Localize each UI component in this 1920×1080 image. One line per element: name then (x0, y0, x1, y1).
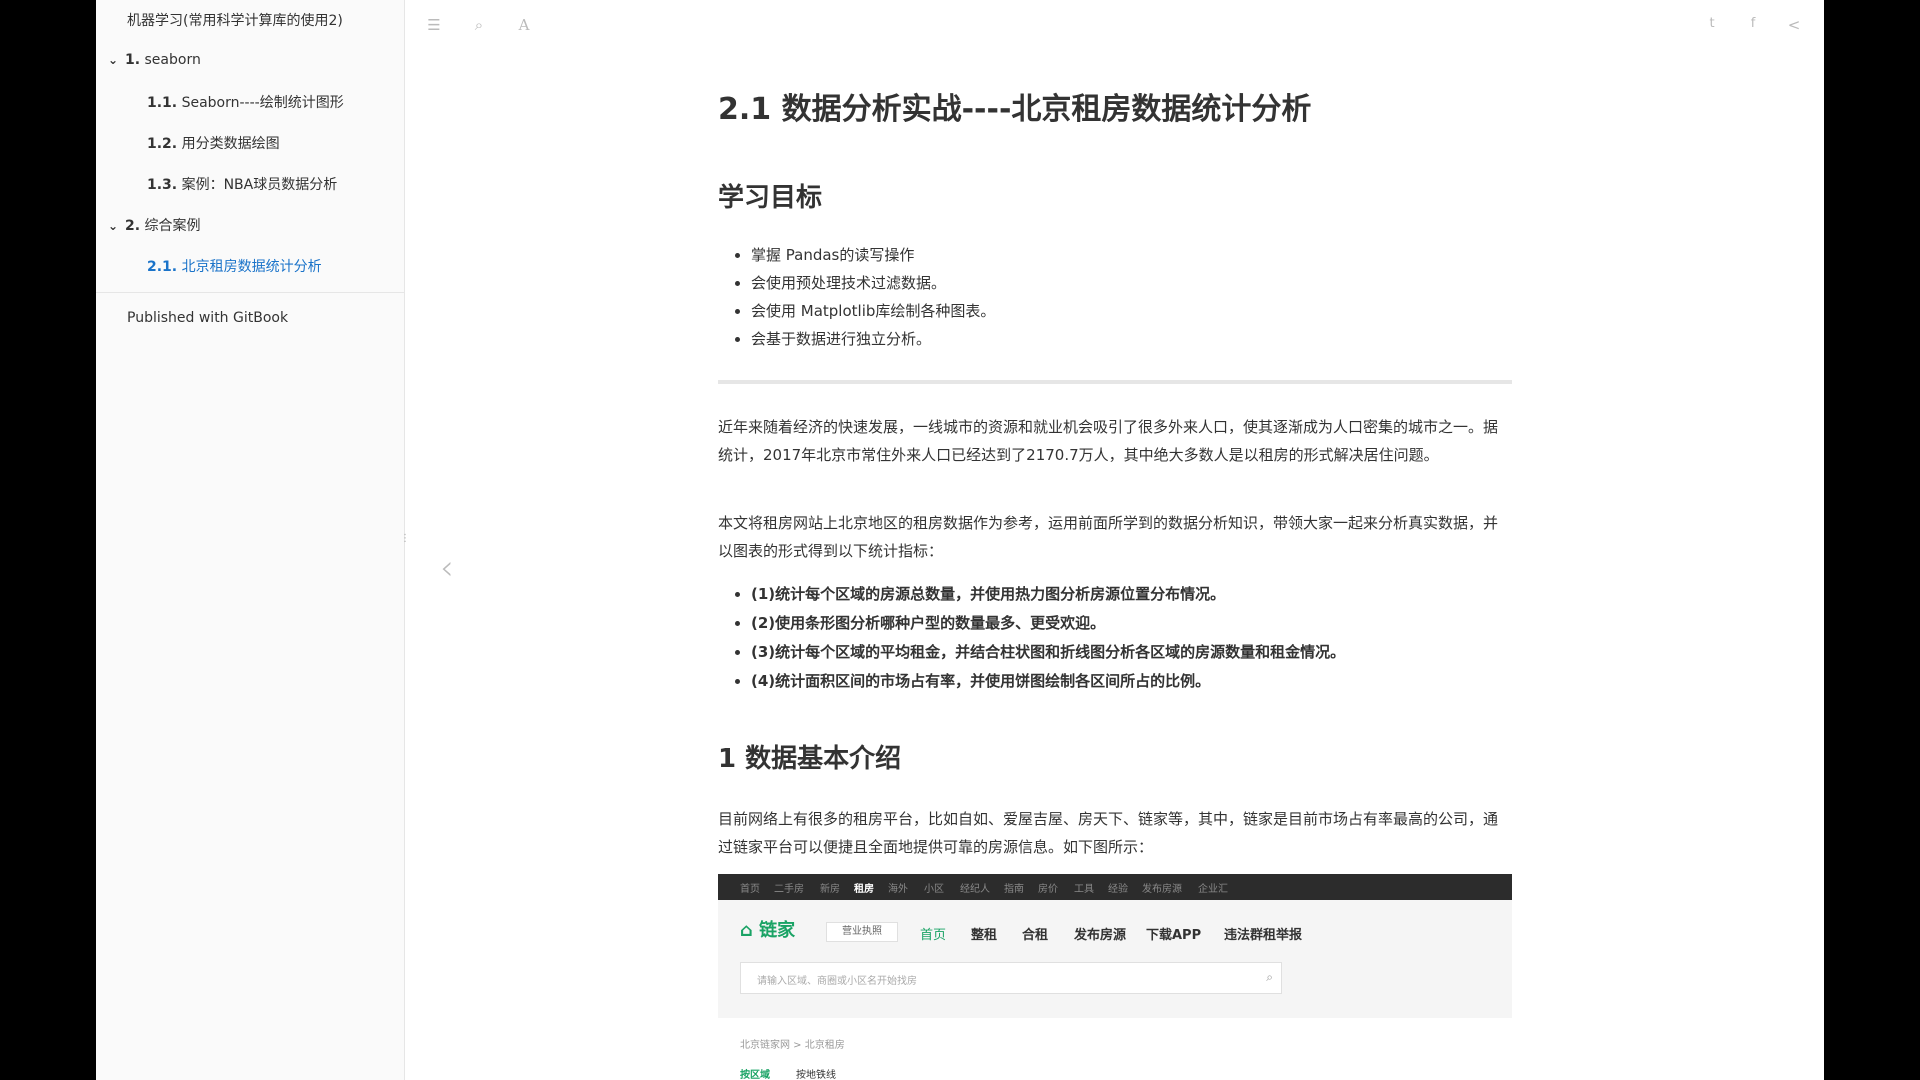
section-divider (718, 380, 1512, 384)
summary-item-number: 1. (125, 52, 141, 68)
embedded-nav-item: 租房 (854, 884, 874, 895)
embedded-nav-item: 发布房源 (1142, 884, 1182, 895)
embedded-main-nav-item: 合租 (1022, 928, 1049, 943)
embedded-top-nav: 首页 二手房 新房 租房 海外 小区 经纪人 指南 房价 工具 经验 发布房源 … (718, 874, 1512, 900)
embedded-main-nav-item: 首页 (920, 928, 947, 943)
summary-item-number: 2.1. (147, 259, 178, 275)
summary-item-nba-case[interactable]: 1.3. 案例：NBA球员数据分析 (147, 174, 337, 194)
logo-text: 链家 (759, 920, 796, 941)
menu-icon[interactable]: ☰ (424, 16, 444, 34)
list-item: 掌握 Pandas的读写操作 (751, 241, 995, 269)
list-item: (3)统计每个区域的平均租金，并结合柱状图和折线图分析各区域的房源数量和租金情况… (751, 638, 1345, 667)
embedded-header: ⌂ 链家 营业执照 首页 整租 合租 发布房源 下载APP 违法群租举报 (718, 900, 1512, 1018)
chevron-down-icon[interactable]: ⌄ (108, 219, 122, 233)
summary-item-number: 1.3. (147, 177, 178, 193)
gitbook-window: 机器学习(常用科学计算库的使用2) ⌄ 1. seaborn 1.1. Seabo… (96, 0, 1824, 1080)
embedded-nav-item: 工具 (1074, 884, 1094, 895)
previous-page-arrow-icon[interactable]: ‹ (440, 548, 454, 588)
embedded-main-nav-item: 整租 (971, 928, 998, 943)
facebook-icon[interactable]: f (1743, 16, 1763, 34)
published-with-gitbook-link[interactable]: Published with GitBook (127, 310, 288, 326)
embedded-main-nav-item: 违法群租举报 (1224, 928, 1303, 943)
sidebar-divider (96, 292, 404, 293)
embedded-nav-item: 海外 (888, 884, 908, 895)
intro-paragraph: 本文将租房网站上北京地区的租房数据作为参考，运用前面所学到的数据分析知识，带领大… (718, 514, 1499, 560)
summary-item-number: 1.1. (147, 95, 178, 111)
embedded-nav-item: 小区 (924, 884, 944, 895)
embedded-breadcrumb: 北京链家网 > 北京租房 (740, 1040, 845, 1051)
summary-item-number: 1.2. (147, 136, 178, 152)
summary-item-beijing-rent[interactable]: 2.1. 北京租房数据统计分析 (147, 256, 322, 276)
indicators-list: (1)统计每个区域的房源总数量，并使用热力图分析房源位置分布情况。 (2)使用条… (718, 580, 1345, 696)
list-item: (4)统计面积区间的市场占有率，并使用饼图绘制各区间所占的比例。 (751, 667, 1345, 696)
intro-paragraph: 近年来随着经济的快速发展，一线城市的资源和就业机会吸引了很多外来人口，使其逐渐成… (718, 418, 1499, 464)
sidebar-resize-handle[interactable]: ⋮ (400, 533, 410, 547)
summary-item-label: 案例：NBA球员数据分析 (181, 177, 338, 193)
embedded-nav-item: 经验 (1108, 884, 1128, 895)
embedded-nav-item: 首页 (740, 884, 760, 895)
embedded-filter-tab: 按地铁线 (796, 1070, 836, 1080)
list-item: 会使用 Matplotlib库绘制各种图表。 (751, 297, 995, 325)
embedded-nav-item: 房价 (1038, 884, 1058, 895)
summary-item-label: 用分类数据绘图 (181, 136, 280, 152)
list-item: (1)统计每个区域的房源总数量，并使用热力图分析房源位置分布情况。 (751, 580, 1345, 609)
section-paragraph: 目前网络上有很多的租房平台，比如自如、爱屋吉屋、房天下、链家等，其中，链家是目前… (718, 810, 1499, 856)
share-icon[interactable]: < (1784, 16, 1804, 34)
summary-item-label: seaborn (144, 52, 201, 68)
book-title[interactable]: 机器学习(常用科学计算库的使用2) (127, 10, 343, 30)
embedded-nav-item: 指南 (1004, 884, 1024, 895)
summary-item-seaborn[interactable]: ⌄ 1. seaborn (108, 52, 201, 68)
lianjia-logo: ⌂ 链家 (740, 920, 796, 941)
learning-goals-list: 掌握 Pandas的读写操作 会使用预处理技术过滤数据。 会使用 Matplot… (718, 241, 995, 353)
summary-item-comprehensive-case[interactable]: ⌄ 2. 综合案例 (108, 215, 201, 235)
embedded-nav-item: 企业汇 (1198, 884, 1228, 895)
list-item: 会使用预处理技术过滤数据。 (751, 269, 995, 297)
list-item: (2)使用条形图分析哪种户型的数量最多、更受欢迎。 (751, 609, 1345, 638)
section-heading: 1 数据基本介绍 (718, 744, 902, 774)
embedded-main-nav-item: 下载APP (1146, 928, 1202, 943)
book-summary-sidebar: 机器学习(常用科学计算库的使用2) ⌄ 1. seaborn 1.1. Seabo… (96, 0, 410, 1080)
page-title: 2.1 数据分析实战----北京租房数据统计分析 (718, 92, 1312, 127)
embedded-search-box: 请输入区域、商圈或小区名开始找房 ⌕ (740, 962, 1282, 994)
embedded-filter-tab: 按区域 (740, 1070, 770, 1080)
embedded-main-nav-item: 发布房源 (1074, 928, 1127, 943)
summary-item-label: 综合案例 (144, 218, 201, 234)
search-icon[interactable]: ⌕ (469, 16, 489, 34)
embedded-filters: 按区域 按地铁线 (740, 1066, 836, 1080)
summary-item-label: Seaborn----绘制统计图形 (181, 95, 344, 111)
embedded-nav-item: 二手房 (774, 884, 804, 895)
license-badge: 营业执照 (826, 922, 898, 942)
embedded-search-placeholder: 请输入区域、商圈或小区名开始找房 (757, 976, 917, 987)
twitter-icon[interactable]: t (1702, 16, 1722, 34)
font-settings-icon[interactable]: A (514, 16, 534, 34)
summary-item-categorical-plot[interactable]: 1.2. 用分类数据绘图 (147, 133, 280, 153)
summary-item-number: 2. (125, 218, 141, 234)
summary-item-seaborn-drawing[interactable]: 1.1. Seaborn----绘制统计图形 (147, 92, 344, 112)
search-icon: ⌕ (1266, 970, 1273, 984)
list-item: 会基于数据进行独立分析。 (751, 325, 995, 353)
embedded-nav-item: 新房 (820, 884, 840, 895)
summary-item-label: 北京租房数据统计分析 (181, 259, 322, 275)
learning-goals-heading: 学习目标 (718, 183, 823, 213)
lianjia-screenshot-image: 首页 二手房 新房 租房 海外 小区 经纪人 指南 房价 工具 经验 发布房源 … (718, 874, 1512, 1080)
embedded-nav-item: 经纪人 (960, 884, 990, 895)
chevron-down-icon[interactable]: ⌄ (108, 53, 122, 67)
